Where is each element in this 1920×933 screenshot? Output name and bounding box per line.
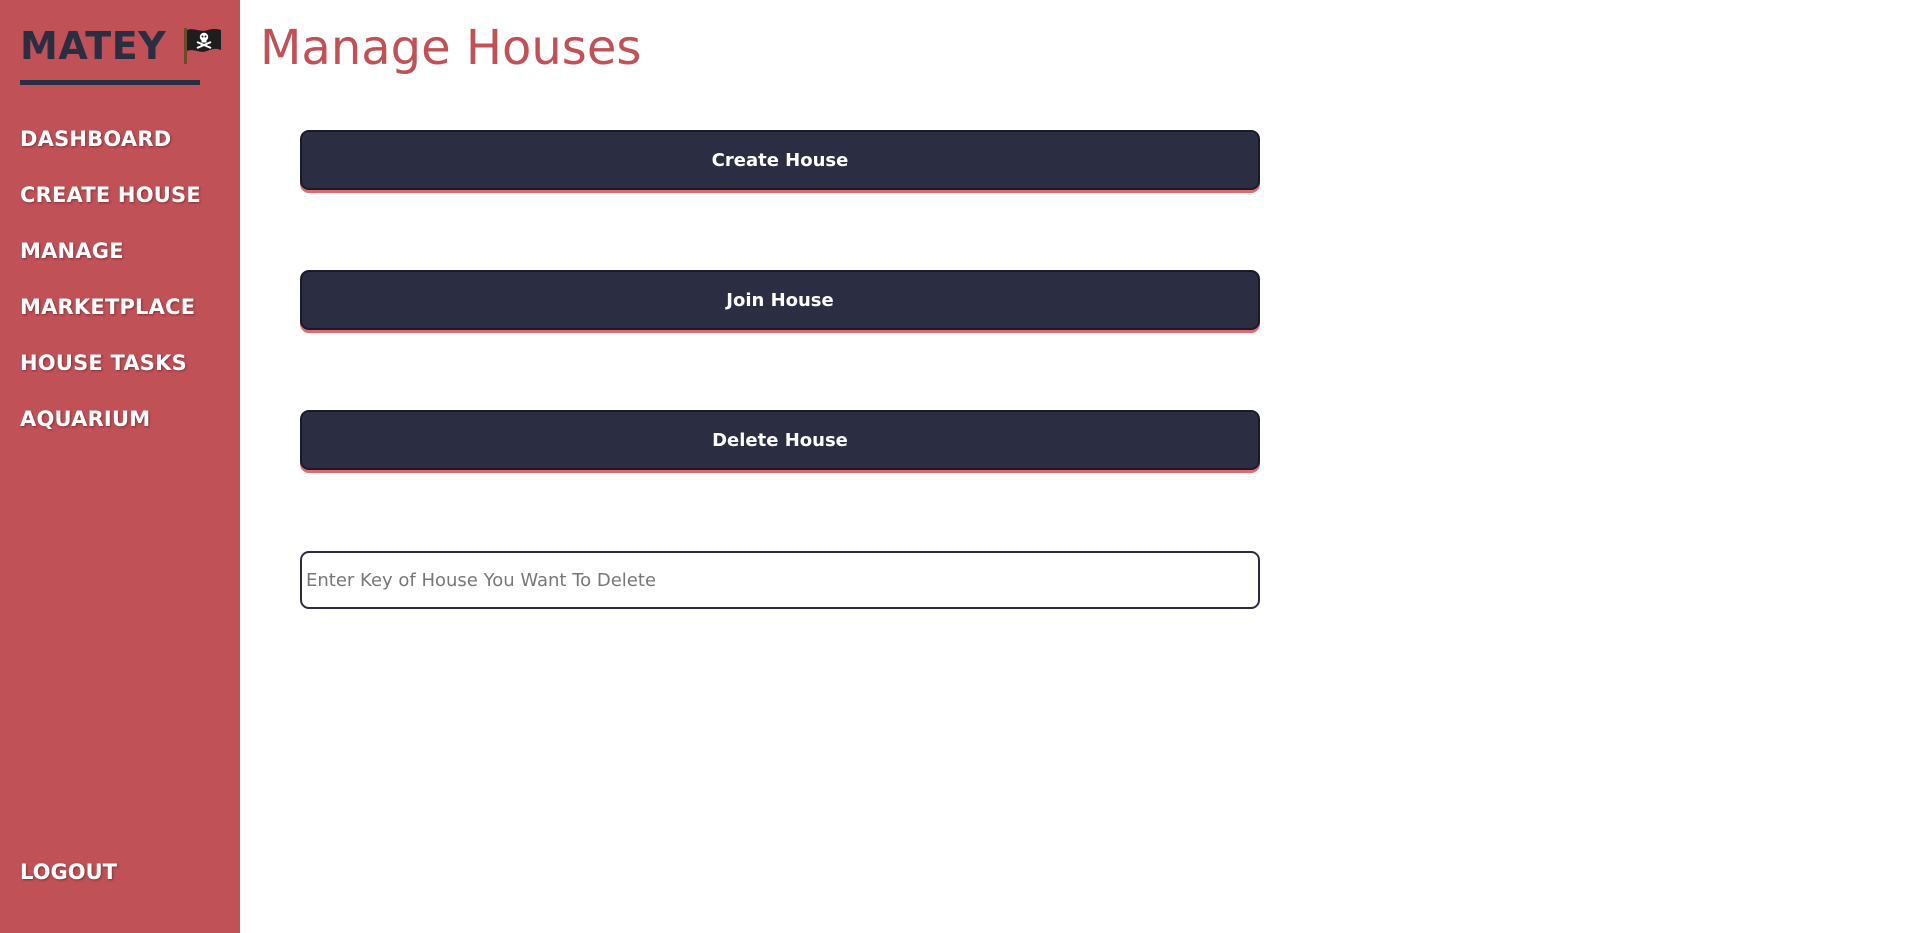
brand-logo[interactable]: MATEY — [20, 26, 224, 66]
logout-link[interactable]: LOGOUT — [20, 860, 117, 884]
sidebar-item-marketplace[interactable]: MARKETPLACE — [20, 290, 201, 346]
pirate-flag-icon — [180, 26, 224, 66]
brand-name: MATEY — [20, 24, 167, 68]
sidebar: MATEY DASHBOARD CREATE HOUSE MANAGE MARK — [0, 0, 240, 933]
brand-underline — [20, 80, 200, 85]
delete-house-button[interactable]: Delete House — [300, 410, 1260, 470]
app-root: MATEY DASHBOARD CREATE HOUSE MANAGE MARK — [0, 0, 1920, 933]
sidebar-nav: DASHBOARD CREATE HOUSE MANAGE MARKETPLAC… — [20, 122, 201, 458]
join-house-button[interactable]: Join House — [300, 270, 1260, 330]
sidebar-item-house-tasks[interactable]: HOUSE TASKS — [20, 346, 201, 402]
page-title: Manage Houses — [260, 20, 642, 76]
delete-house-key-input[interactable] — [300, 551, 1260, 609]
create-house-button[interactable]: Create House — [300, 130, 1260, 190]
main-content: Manage Houses Create House Join House De… — [240, 0, 1920, 933]
sidebar-item-aquarium[interactable]: AQUARIUM — [20, 402, 201, 458]
sidebar-item-dashboard[interactable]: DASHBOARD — [20, 122, 201, 178]
sidebar-item-create-house[interactable]: CREATE HOUSE — [20, 178, 201, 234]
sidebar-item-manage[interactable]: MANAGE — [20, 234, 201, 290]
